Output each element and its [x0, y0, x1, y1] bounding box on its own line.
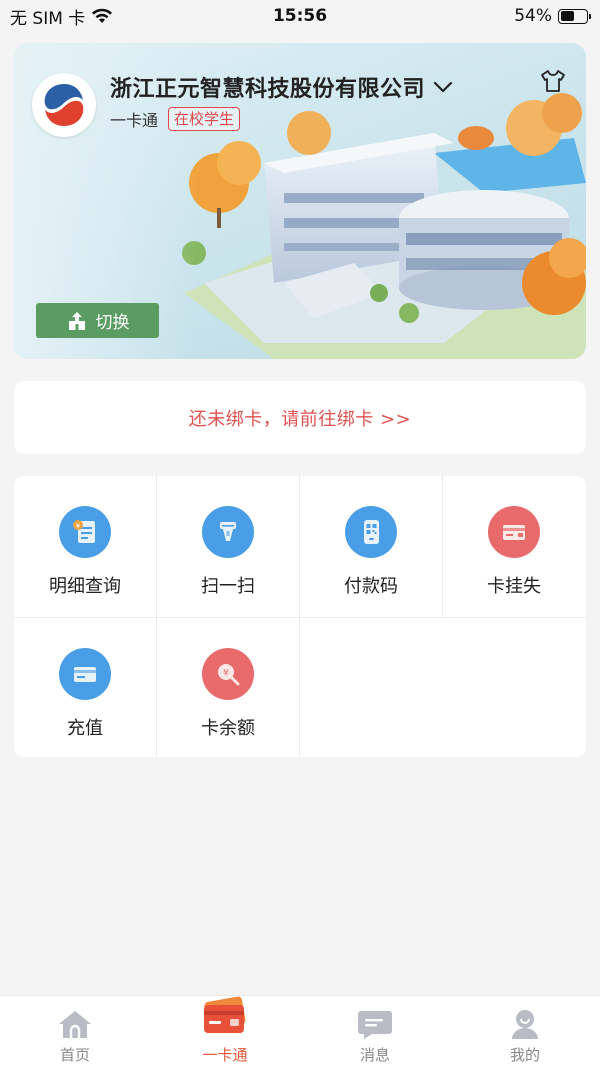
organization-logo: [32, 73, 96, 137]
service-label: 付款码: [344, 576, 398, 597]
tab-messages[interactable]: 消息: [300, 996, 450, 1067]
tab-label: 首页: [59, 1046, 90, 1064]
carrier-label: 无 SIM 卡: [10, 8, 86, 29]
service-label: 充值: [67, 718, 103, 739]
company-selector[interactable]: 浙江正元智慧科技股份有限公司: [110, 71, 453, 103]
status-bar: 无 SIM 卡 15:56 54%: [0, 0, 600, 32]
status-left: 无 SIM 卡: [10, 4, 113, 29]
tab-card[interactable]: 一卡通: [150, 996, 300, 1067]
tab-label: 我的: [509, 1046, 540, 1064]
card-type: 一卡通: [110, 111, 159, 130]
svg-text:¥: ¥: [76, 522, 81, 530]
card-icon: [200, 990, 250, 1042]
company-name: 浙江正元智慧科技股份有限公司: [110, 77, 426, 102]
service-recharge[interactable]: 充值: [14, 618, 156, 757]
service-label: 明细查询: [49, 576, 121, 597]
battery-percent: 54%: [514, 6, 552, 26]
service-label: 扫一扫: [201, 576, 255, 597]
bind-card-notice[interactable]: 还未绑卡，请前往绑卡 >>: [14, 381, 586, 454]
service-grid: ¥ 明细查询 扫一扫 付款码 卡挂失 充值 ¥ 卡余额: [14, 476, 586, 757]
svg-text:¥: ¥: [223, 669, 229, 679]
card-lost-icon: [488, 506, 540, 558]
message-icon: [356, 1006, 394, 1042]
battery-icon: [558, 8, 591, 24]
bottom-tab-bar: 首页 一卡通 消息 我的: [0, 995, 600, 1067]
bill-detail-icon: ¥: [59, 506, 111, 558]
status-badge: 在校学生: [168, 107, 241, 131]
service-scan[interactable]: 扫一扫: [157, 476, 299, 616]
logo-mark-icon: [44, 84, 84, 126]
tab-home[interactable]: 首页: [0, 996, 150, 1067]
switch-label: 切换: [95, 313, 130, 333]
bind-card-link[interactable]: 还未绑卡，请前往绑卡 >>: [189, 405, 411, 431]
recharge-icon: [59, 648, 111, 700]
switch-button[interactable]: 切换: [36, 303, 159, 338]
service-payment-code[interactable]: 付款码: [300, 476, 442, 616]
service-balance[interactable]: ¥ 卡余额: [157, 618, 299, 757]
tab-label: 消息: [359, 1046, 390, 1064]
service-label: 卡余额: [201, 718, 255, 739]
battery-fill: [560, 11, 574, 21]
home-icon: [57, 1006, 93, 1042]
chevron-down-icon: [433, 81, 453, 93]
card-info: 一卡通 在校学生: [110, 107, 241, 131]
shirt-icon[interactable]: [540, 69, 566, 93]
payment-code-icon: [345, 506, 397, 558]
school-icon: [68, 311, 85, 330]
profile-icon: [508, 1006, 542, 1042]
scan-icon: [202, 506, 254, 558]
service-label: 卡挂失: [487, 576, 541, 597]
wifi-icon: [92, 8, 113, 23]
service-card-lost[interactable]: 卡挂失: [443, 476, 585, 616]
tab-label: 一卡通: [202, 1046, 248, 1064]
tab-profile[interactable]: 我的: [450, 996, 600, 1067]
service-bill-detail[interactable]: ¥ 明细查询: [14, 476, 156, 616]
status-right: 54%: [514, 6, 591, 26]
balance-icon: ¥: [202, 648, 254, 700]
card-banner[interactable]: 浙江正元智慧科技股份有限公司 一卡通 在校学生 切换: [14, 43, 586, 359]
